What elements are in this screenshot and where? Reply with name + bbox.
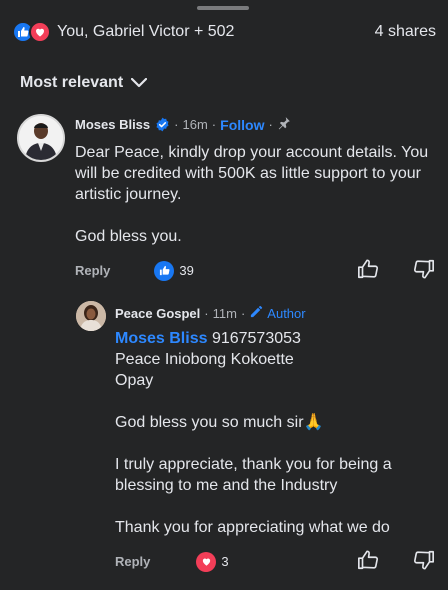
separator-dot: · xyxy=(268,117,273,132)
reactions-summary[interactable]: You, Gabriel Victor + 502 4 shares xyxy=(12,19,436,45)
comment-actions: Reply 39 xyxy=(75,258,435,283)
reaction-count-button[interactable]: 39 xyxy=(154,260,194,281)
shares-count[interactable]: 4 shares xyxy=(375,23,436,41)
sort-dropdown[interactable]: Most relevant xyxy=(20,74,148,92)
mention-link[interactable]: Moses Bliss xyxy=(115,330,207,347)
reactions-text: You, Gabriel Victor + 502 xyxy=(57,23,235,40)
love-reaction-icon xyxy=(29,21,51,43)
reply-button[interactable]: Reply xyxy=(115,554,150,569)
author-pencil-icon xyxy=(249,304,264,322)
love-reaction-icon xyxy=(196,551,217,572)
author-badge: Author xyxy=(267,305,306,321)
reply-body: Moses Bliss 9167573053 Peace Iniobong Ko… xyxy=(115,328,435,538)
reaction-count: 39 xyxy=(179,263,194,278)
sheet-drag-handle[interactable] xyxy=(197,6,249,10)
reply-button[interactable]: Reply xyxy=(75,263,110,278)
reaction-count-button[interactable]: 3 xyxy=(196,551,229,572)
sort-label: Most relevant xyxy=(20,74,124,91)
comment-time: 16m xyxy=(182,117,208,132)
pin-icon xyxy=(277,116,291,133)
reaction-count: 3 xyxy=(221,554,229,569)
reply-author[interactable]: Peace Gospel xyxy=(115,306,200,321)
reply-paragraph: God bless you so much sir🙏 xyxy=(115,414,324,431)
comment-author[interactable]: Moses Bliss xyxy=(75,117,150,132)
comment-paragraph: Dear Peace, kindly drop your account det… xyxy=(75,144,429,203)
comment-body: Dear Peace, kindly drop your account det… xyxy=(75,142,435,247)
separator-dot: · xyxy=(240,305,246,321)
reply-time: 11m xyxy=(212,305,237,321)
verified-badge-icon xyxy=(155,117,170,132)
vote-controls xyxy=(357,549,435,574)
like-reaction-icon xyxy=(154,260,175,281)
follow-button[interactable]: Follow xyxy=(220,117,264,133)
chevron-down-icon xyxy=(131,78,148,88)
reply-actions: Reply 3 xyxy=(115,549,435,574)
reply-account-block: Moses Bliss 9167573053 Peace Iniobong Ko… xyxy=(115,328,435,391)
reply-meta: Peace Gospel · 11m · Author xyxy=(115,304,306,322)
separator-dot: · xyxy=(174,117,179,132)
separator-dot: · xyxy=(211,117,217,132)
separator-dot: · xyxy=(204,305,209,321)
downvote-thumbs-down-icon[interactable] xyxy=(413,258,435,283)
downvote-thumbs-down-icon[interactable] xyxy=(413,549,435,574)
reply-line: Opay xyxy=(115,372,154,389)
vote-controls xyxy=(357,258,435,283)
upvote-thumbs-up-icon[interactable] xyxy=(357,549,379,574)
reply-paragraph: I truly appreciate, thank you for being … xyxy=(115,456,392,494)
upvote-thumbs-up-icon[interactable] xyxy=(357,258,379,283)
reply-line: 9167573053 xyxy=(211,330,301,347)
reply-paragraph: Thank you for appreciating what we do xyxy=(115,519,390,536)
avatar[interactable] xyxy=(17,114,65,162)
comment-paragraph: God bless you. xyxy=(75,228,182,245)
avatar[interactable] xyxy=(76,301,106,331)
reply-line: Peace Iniobong Kokoette xyxy=(115,351,294,368)
comment-meta: Moses Bliss · 16m · Follow · xyxy=(75,116,291,133)
